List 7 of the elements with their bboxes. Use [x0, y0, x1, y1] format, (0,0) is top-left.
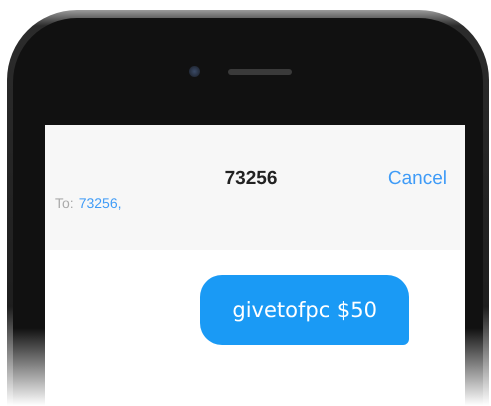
- message-bubble: givetofpc $50: [200, 275, 409, 345]
- cancel-button[interactable]: Cancel: [388, 168, 447, 190]
- camera-icon: [188, 66, 200, 77]
- recipient-value[interactable]: 73256,: [78, 195, 122, 211]
- conversation-title: 73256: [224, 168, 278, 190]
- recipient-label: To:: [55, 195, 74, 211]
- speaker-icon: [228, 68, 292, 74]
